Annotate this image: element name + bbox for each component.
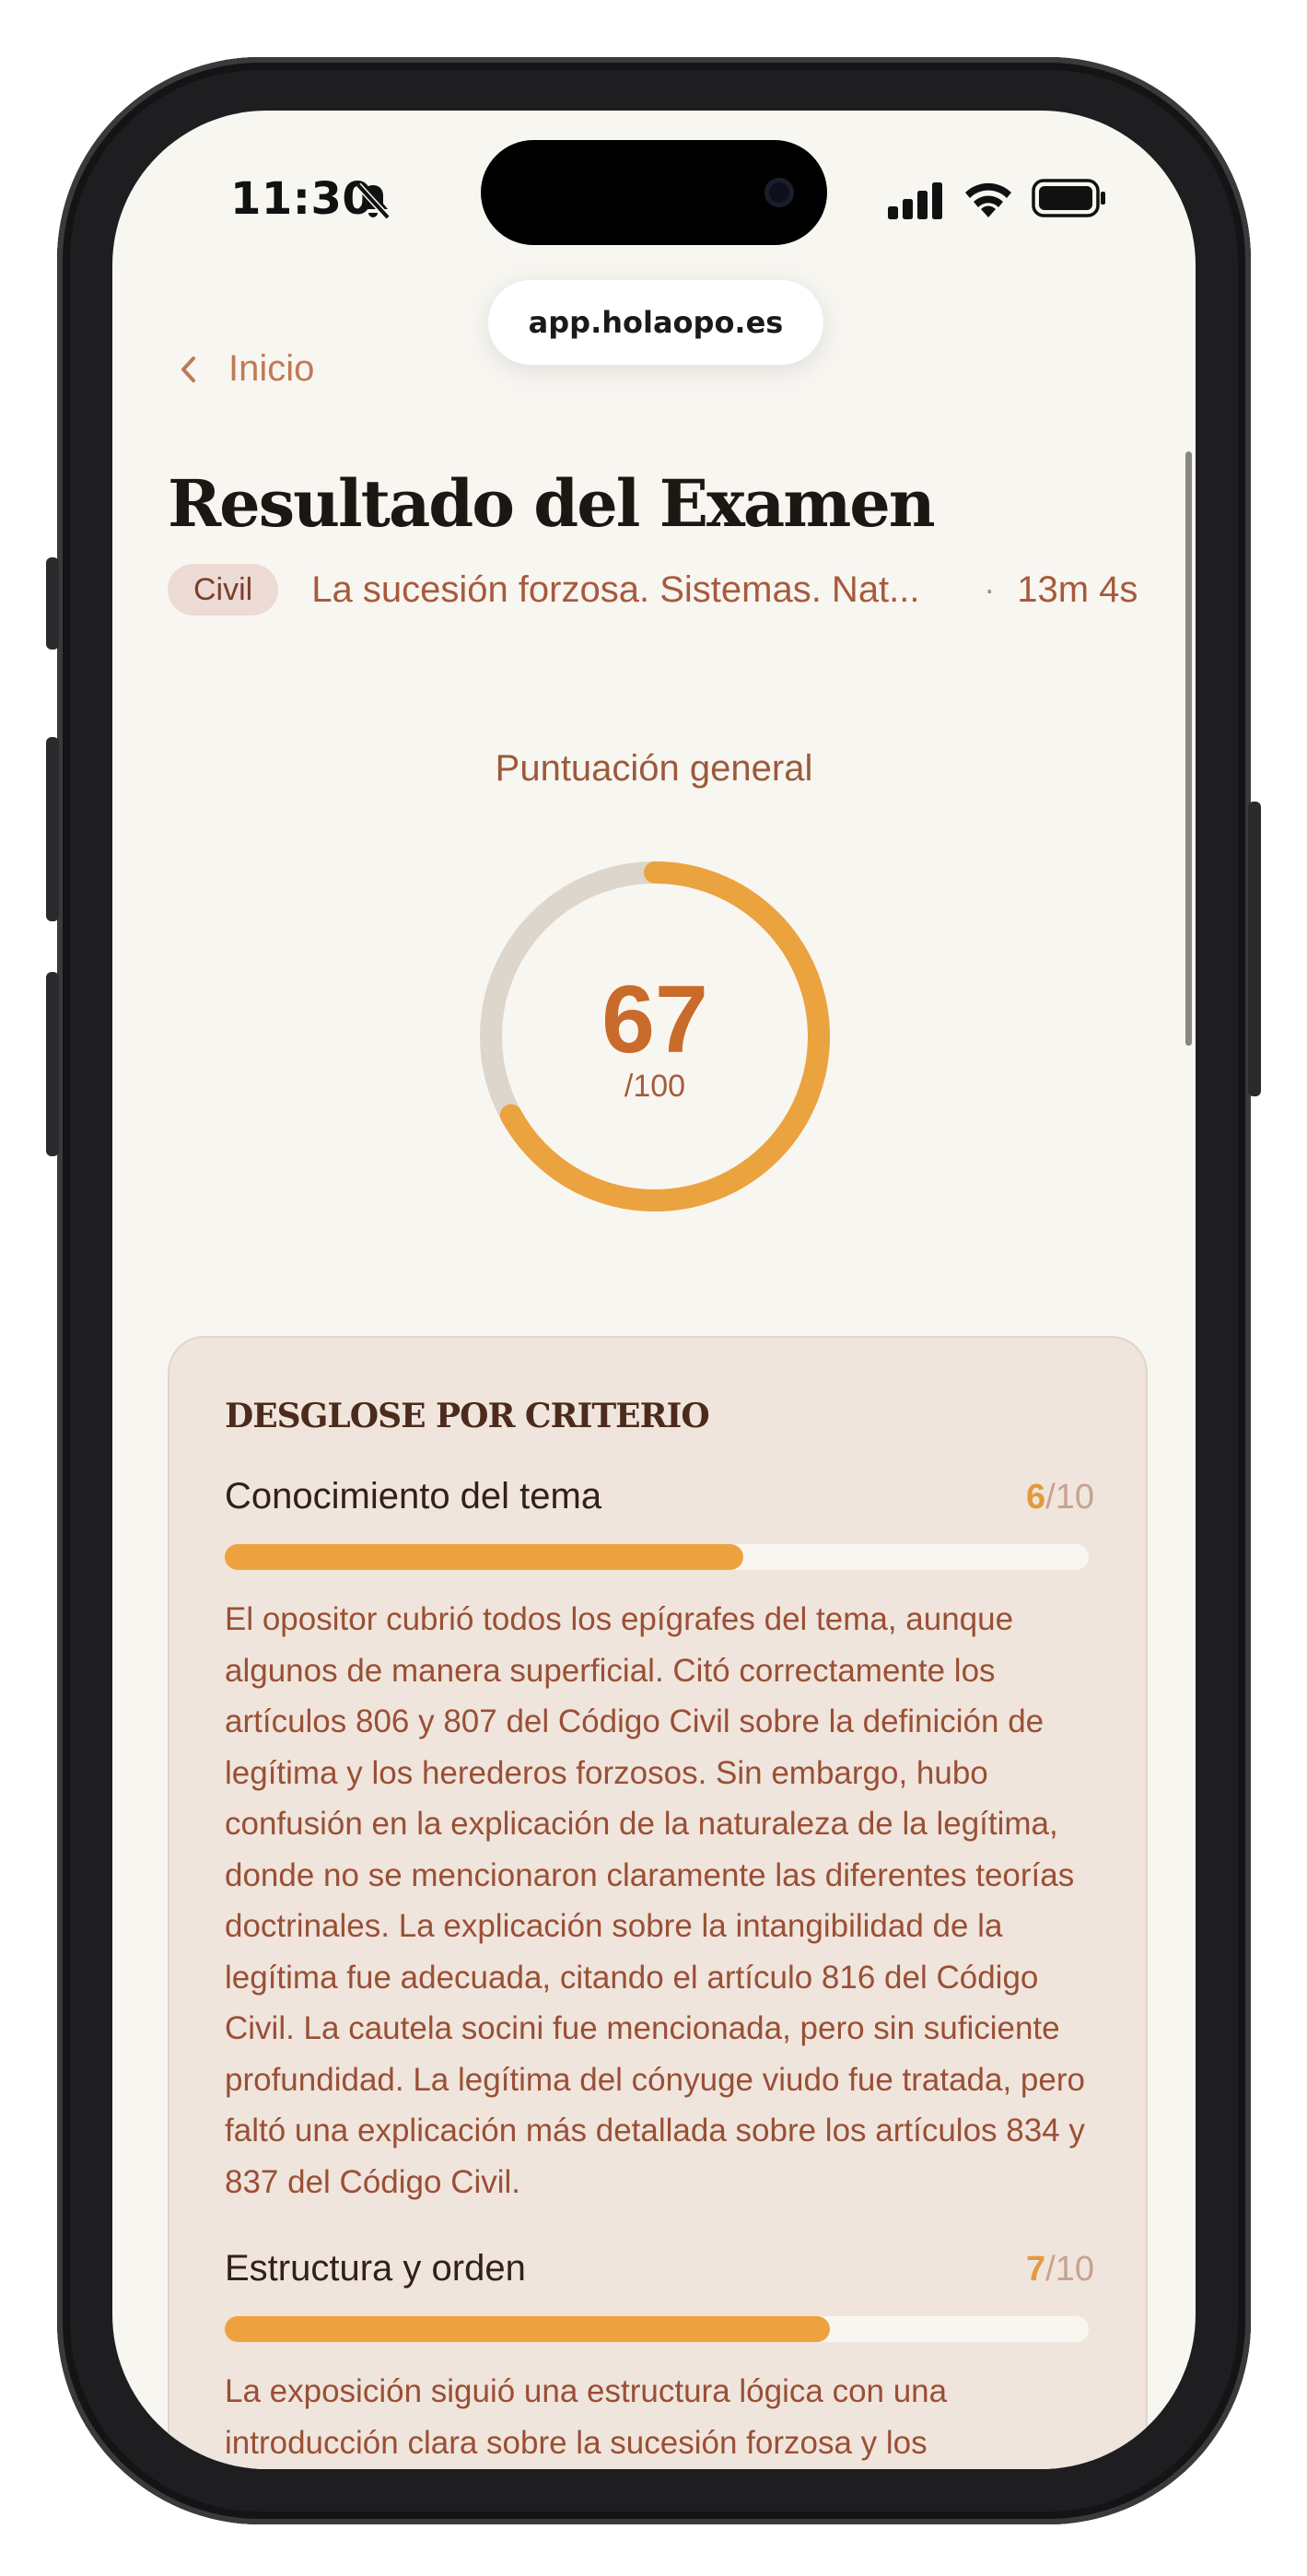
criterion-name: Estructura y orden	[225, 2248, 526, 2289]
breakdown-title: DESGLOSE POR CRITERIO	[225, 1397, 710, 1435]
exam-duration: 13m 4s	[1017, 568, 1138, 610]
chevron-left-icon	[181, 356, 195, 382]
volume-down-button	[46, 972, 59, 1156]
volume-up-button	[46, 737, 59, 921]
page-title: Resultado del Examen	[168, 465, 936, 542]
criterion-score-value: 7	[1026, 2250, 1046, 2289]
criterion-score-max: /10	[1045, 1478, 1094, 1516]
criterion-bar-fill	[225, 1544, 743, 1570]
criterion-score: 6/10	[1026, 1478, 1094, 1517]
meta-separator: ·	[984, 570, 996, 608]
front-camera	[764, 178, 794, 207]
wifi-icon	[965, 182, 1011, 217]
exam-meta: Civil La sucesión forzosa. Sistemas. Nat…	[168, 564, 1153, 615]
criterion-score-value: 6	[1026, 1478, 1046, 1516]
criterion-feedback: El opositor cubrió todos los epígrafes d…	[225, 1601, 1085, 2200]
score-max: /100	[624, 1069, 686, 1104]
action-button	[46, 557, 59, 650]
criterion-bar	[225, 2316, 1089, 2342]
cellular-signal-icon	[888, 182, 942, 219]
subject-tag: Civil	[168, 564, 279, 615]
bell-slash-icon	[356, 182, 391, 220]
back-link-label: Inicio	[228, 348, 315, 389]
criterion-score: 7/10	[1026, 2250, 1094, 2289]
score-label: Puntuación general	[495, 748, 813, 789]
criterion-feedback: La exposición siguió una estructura lógi…	[225, 2373, 948, 2461]
breakdown-card: DESGLOSE POR CRITERIO Conocimiento del t…	[168, 1336, 1148, 2469]
power-button	[1248, 802, 1261, 1096]
score-value: 67	[601, 966, 708, 1073]
dynamic-island	[481, 140, 827, 245]
criterion-bar	[225, 1544, 1089, 1570]
criterion-score-max: /10	[1045, 2250, 1094, 2289]
topic-title: La sucesión forzosa. Sistemas. Nat...	[311, 568, 920, 610]
back-link[interactable]: Inicio	[175, 348, 314, 390]
url-bar[interactable]: app.holaopo.es	[488, 280, 823, 365]
battery-icon	[1032, 179, 1105, 217]
criterion-name: Conocimiento del tema	[225, 1476, 602, 1516]
criterion-bar-fill	[225, 2316, 830, 2342]
screen: 11:30 app.holaopo.es Inicio Resultado de…	[112, 111, 1196, 2469]
